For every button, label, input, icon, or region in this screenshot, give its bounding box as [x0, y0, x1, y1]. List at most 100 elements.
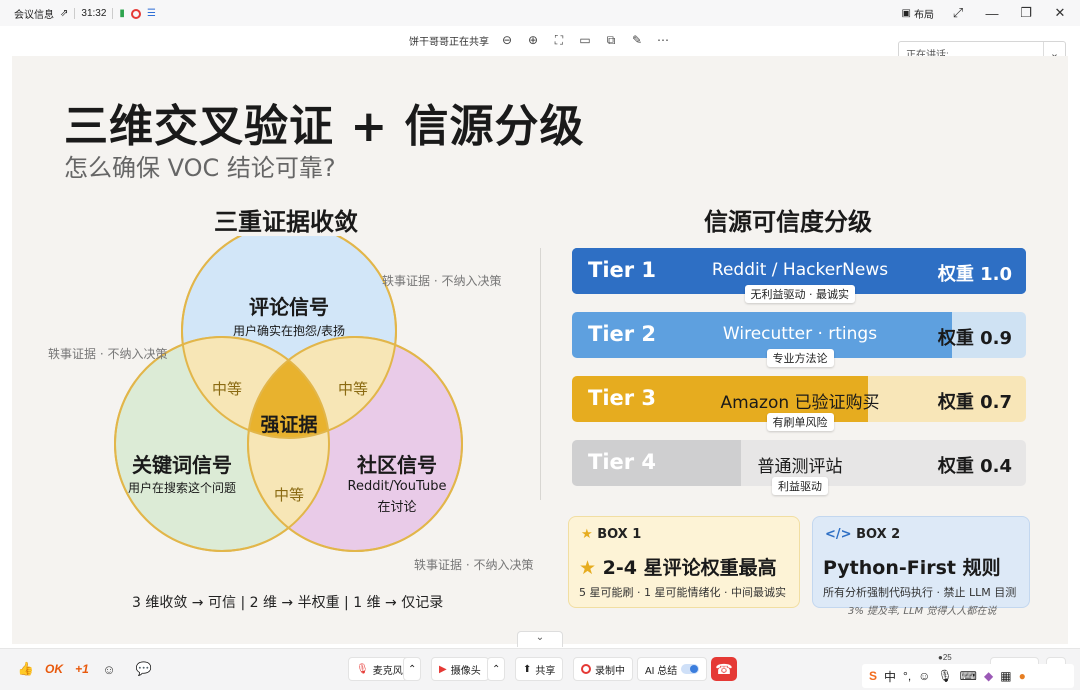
ok-reaction-icon[interactable]: OK — [42, 658, 66, 680]
anecdote-note-top-right: 轶事证据 · 不纳入决策 — [382, 274, 502, 288]
venn-community-title: 社区信号 — [357, 453, 437, 477]
slide-title: 三维交叉验证 + 信源分级 — [64, 101, 585, 152]
recording-button[interactable]: 录制中 — [573, 657, 633, 681]
camera-label: 摄像头 — [450, 665, 481, 677]
tier-weight-label: 权重 0.9 — [937, 328, 1012, 349]
box-2-desc: 所有分析强制代码执行 · 禁止 LLM 目测 — [823, 586, 1017, 599]
share-screen-icon: ⬆ — [523, 663, 532, 675]
tier-weight-label: 权重 0.4 — [937, 456, 1012, 477]
fit-screen-icon[interactable]: ⛶ — [551, 32, 567, 48]
collapse-toolbar-button[interactable]: ⌄ — [517, 631, 563, 647]
camera-options-button[interactable]: ⌃ — [487, 657, 506, 681]
ai-summary-label: AI 总结 — [645, 665, 678, 677]
chevron-down-icon: ⌄ — [535, 632, 545, 643]
phone-hangup-icon: ☎ — [715, 660, 733, 677]
box-2-head: </> BOX 2 — [825, 527, 900, 542]
tier-name: Tier 3 — [588, 386, 657, 410]
tier-source: 普通测评站 — [757, 457, 843, 477]
share-button[interactable]: ⬆ 共享 — [515, 657, 564, 681]
mascot-icon[interactable]: ● — [1019, 669, 1026, 683]
menu-icon[interactable]: ☰ — [147, 8, 156, 19]
venn-overlap-label-left: 中等 — [211, 380, 242, 398]
chat-icon[interactable]: 💬 — [132, 658, 156, 680]
box-1-desc: 5 星可能刷 · 1 星可能情绪化 · 中间最诚实 — [579, 586, 786, 599]
zoom-out-icon[interactable]: ⊖ — [499, 32, 515, 48]
box-2: </> BOX 2 Python-First 规则 所有分析强制代码执行 · 禁… — [812, 516, 1030, 617]
layout-button[interactable]: ▣ 布局 — [902, 6, 934, 21]
box-2-head-label: BOX 2 — [856, 527, 901, 542]
grid-menu-icon[interactable]: ▦ — [1000, 669, 1011, 683]
box-1-title: ★ 2-4 星评论权重最高 — [579, 553, 777, 580]
tier-tag: 专业方法论 — [766, 349, 834, 367]
signal-icon[interactable]: ▮ — [119, 8, 125, 19]
tier-name: Tier 4 — [588, 450, 657, 474]
mic-muted-icon: 🎙 — [356, 663, 369, 675]
meeting-info-button[interactable]: 会议信息 — [14, 6, 54, 21]
venn-community-desc-2: 在讨论 — [377, 500, 417, 515]
record-status-icon[interactable] — [130, 8, 141, 19]
chevron-up-icon: ⌃ — [408, 663, 417, 675]
star-icon: ★ — [581, 527, 593, 542]
sogou-logo-icon[interactable]: S — [869, 669, 877, 683]
punctuation-icon[interactable]: °, — [903, 669, 911, 683]
hang-up-button[interactable]: ☎ — [711, 657, 737, 681]
box-2-note: 3% 提及率, LLM 觉得人人都在说 — [848, 606, 997, 617]
voice-input-icon[interactable]: 🎙 — [937, 669, 952, 683]
layout-label: 布局 — [914, 9, 934, 21]
ai-summary-toggle[interactable]: AI 总结 — [637, 657, 708, 681]
skin-icon[interactable]: ◆ — [984, 669, 993, 683]
venn-legend: 3 维收敛 → 可信 | 2 维 → 半权重 | 1 维 → 仅记录 — [132, 595, 444, 611]
fullscreen-icon[interactable]: ⤢ — [948, 4, 968, 22]
zoom-in-icon[interactable]: ⊕ — [525, 32, 541, 48]
box-1-title-text: 2-4 星评论权重最高 — [602, 557, 777, 579]
mic-button[interactable]: 🎙 麦克风 — [348, 657, 411, 681]
tier-source: Amazon 已验证购买 — [720, 393, 880, 413]
box-1-head: ★ BOX 1 — [581, 527, 641, 542]
meeting-timer: 31:32 — [81, 8, 107, 19]
box-2-title: Python-First 规则 — [823, 557, 1001, 579]
tier-weight-label: 权重 1.0 — [937, 264, 1012, 285]
venn-overlap-label-bottom: 中等 — [273, 486, 304, 504]
left-section-heading: 三重证据收敛 — [214, 208, 358, 236]
camera-off-icon: ▶ — [439, 663, 447, 675]
annotate-pen-icon[interactable]: ✎ — [629, 32, 645, 48]
ime-mode-toggle[interactable]: 中 — [884, 668, 896, 685]
share-link-icon[interactable]: ⇗ — [60, 8, 68, 19]
chevron-up-icon: ⌃ — [492, 663, 501, 675]
thumbs-up-icon[interactable]: 👍 — [14, 658, 38, 680]
venn-overlap-label-right: 中等 — [337, 380, 368, 398]
participants-count[interactable]: ●25 — [938, 653, 952, 662]
restore-button[interactable]: ❐ — [1016, 4, 1036, 22]
tier-tag: 利益驱动 — [772, 477, 828, 495]
plus-one-reaction[interactable]: +1 — [70, 658, 94, 680]
close-button[interactable]: ✕ — [1050, 4, 1070, 22]
toggle-switch[interactable] — [681, 664, 700, 674]
camera-button[interactable]: ▶ 摄像头 — [431, 657, 489, 681]
tier-source: Wirecutter · rtings — [722, 324, 878, 344]
venn-keyword-desc: 用户在搜索这个问题 — [127, 481, 236, 495]
share-label: 共享 — [535, 665, 556, 677]
minimize-button[interactable]: — — [982, 4, 1002, 22]
mic-options-button[interactable]: ⌃ — [403, 657, 422, 681]
pop-out-icon[interactable]: ⧉ — [603, 32, 619, 48]
divider — [112, 8, 114, 19]
recording-dot-icon — [581, 664, 591, 674]
anecdote-note-left: 轶事证据 · 不纳入决策 — [48, 347, 168, 361]
recording-label: 录制中 — [595, 665, 625, 677]
tier-tag: 有刷单风险 — [766, 413, 834, 431]
section-divider — [540, 248, 541, 500]
mic-label: 麦克风 — [372, 665, 403, 677]
emoji-icon[interactable]: ☺ — [918, 669, 930, 683]
box-1-head-label: BOX 1 — [597, 527, 642, 542]
keyboard-icon[interactable]: ⌨ — [960, 669, 977, 683]
right-section-heading: 信源可信度分级 — [704, 208, 872, 236]
venn-keyword-title: 关键词信号 — [132, 453, 232, 477]
more-icon[interactable]: ⋯ — [655, 32, 671, 48]
ime-toolbar: S 中 °, ☺ 🎙 ⌨ ◆ ▦ ● — [862, 664, 1074, 688]
tier-name: Tier 1 — [588, 258, 657, 282]
code-icon: </> — [825, 527, 852, 542]
emoji-icon[interactable]: ☺ — [97, 658, 121, 680]
slide-subtitle: 怎么确保 VOC 结论可靠? — [64, 154, 336, 182]
divider — [74, 8, 76, 19]
original-size-icon[interactable]: ▭ — [577, 32, 593, 48]
